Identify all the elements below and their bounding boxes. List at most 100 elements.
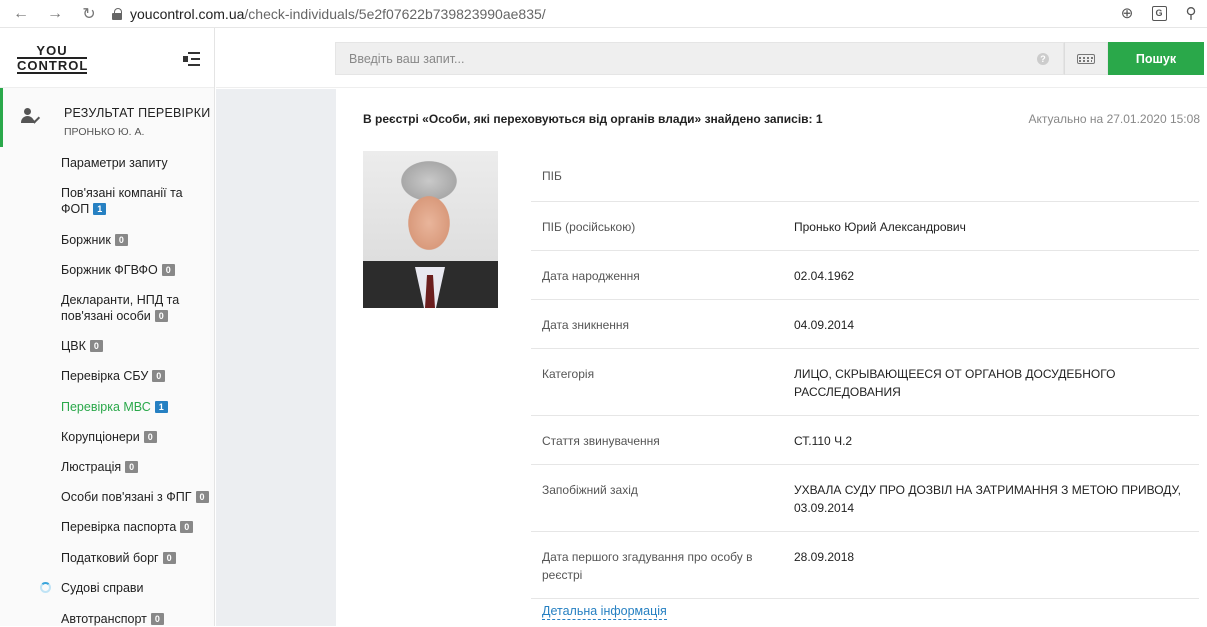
sidebar-item-sbu-check[interactable]: Перевірка СБУ 0 xyxy=(0,368,214,384)
loading-spinner-icon xyxy=(40,582,51,593)
user-check-icon xyxy=(21,108,41,126)
youcontrol-logo[interactable]: YOU CONTROL xyxy=(17,44,87,74)
zoom-in-icon[interactable]: ⊕ xyxy=(1117,3,1137,23)
logo-area: YOU CONTROL xyxy=(0,28,214,88)
sidebar-item-corruption[interactable]: Корупціонери 0 xyxy=(0,429,214,445)
translate-icon[interactable]: G xyxy=(1149,3,1169,23)
detail-row-birth-date: Дата народження 02.04.1962 xyxy=(531,251,1199,300)
collapse-menu-icon[interactable] xyxy=(183,52,201,66)
detail-row-disappearance-date: Дата зникнення 04.09.2014 xyxy=(531,300,1199,349)
detail-label: Стаття звинувачення xyxy=(542,434,660,448)
back-arrow-icon[interactable]: ← xyxy=(10,3,32,25)
sidebar-item-fpg-related[interactable]: Особи пов'язані з ФПГ 0 xyxy=(0,489,214,505)
count-badge: 1 xyxy=(154,401,168,413)
top-header: ? Пошук xyxy=(216,28,1207,88)
sidebar-item-cvk[interactable]: ЦВК 0 xyxy=(0,338,214,354)
count-badge: 0 xyxy=(152,370,166,382)
sidebar-item-court-cases[interactable]: Судові справи xyxy=(0,580,214,596)
detail-row-full-name-ru: ПІБ (російською) Пронько Юрий Александро… xyxy=(531,202,1199,251)
detail-value xyxy=(794,167,1199,185)
url-path: /check-individuals/5e2f07622b739823990ae… xyxy=(244,5,546,22)
address-bar[interactable]: youcontrol.com.ua/check-individuals/5e2f… xyxy=(112,6,546,22)
result-section[interactable]: РЕЗУЛЬТАТ ПЕРЕВІРКИ ПРОНЬКО Ю. А. xyxy=(0,88,214,147)
count-badge: 0 xyxy=(154,310,168,322)
count-badge: 1 xyxy=(93,203,107,215)
browser-toolbar: ← → ↻ youcontrol.com.ua/check-individual… xyxy=(0,0,1207,28)
sidebar-item-label: Боржник xyxy=(61,233,111,247)
virtual-keyboard-button[interactable] xyxy=(1064,42,1108,75)
search-button[interactable]: Пошук xyxy=(1108,42,1204,75)
detail-row-category: Категорія ЛИЦО, СКРЫВАЮЩЕЕСЯ ОТ ОРГАНОВ … xyxy=(531,349,1199,416)
detail-row-charge-article: Стаття звинувачення СТ.110 Ч.2 xyxy=(531,416,1199,465)
sidebar-item-label: ЦВК xyxy=(61,339,86,353)
sidebar-item-label: Податковий борг xyxy=(61,551,159,565)
detail-label: Дата народження xyxy=(542,269,640,283)
sidebar-item-debtor-fgvfo[interactable]: Боржник ФГВФО 0 xyxy=(0,262,214,278)
detail-value: СТ.110 Ч.2 xyxy=(794,434,853,448)
detail-value: Пронько Юрий Александрович xyxy=(794,220,966,234)
detail-row-first-mention: Дата першого згадування про особу в реєс… xyxy=(531,532,1199,599)
count-badge: 0 xyxy=(162,552,176,564)
sidebar-item-mvs-check[interactable]: Перевірка МВС 1 xyxy=(0,399,214,415)
sidebar-item-related-companies[interactable]: Пов'язані компанії та ФОП 1 xyxy=(0,185,214,217)
search-zoom-icon[interactable]: ⚲ xyxy=(1181,3,1201,23)
detail-info-link[interactable]: Детальна інформація xyxy=(542,604,667,620)
sidebar-item-lustration[interactable]: Люстрація 0 xyxy=(0,459,214,475)
detail-value: ЛИЦО, СКРЫВАЮЩЕЕСЯ ОТ ОРГАНОВ ДОСУДЕБНОГ… xyxy=(794,367,1116,399)
content-gutter xyxy=(216,89,336,626)
reload-icon[interactable]: ↻ xyxy=(78,3,100,25)
lock-icon xyxy=(112,7,122,20)
search-input[interactable] xyxy=(336,43,1016,74)
detail-label: Запобіжний захід xyxy=(542,483,638,497)
sidebar-item-label: Судові справи xyxy=(61,581,144,595)
detail-label: Дата першого згадування про особу в реєс… xyxy=(542,550,753,582)
actual-date: Актуально на 27.01.2020 15:08 xyxy=(1028,112,1200,126)
detail-label: ПІБ (російською) xyxy=(542,220,636,234)
help-icon[interactable]: ? xyxy=(1037,53,1049,65)
detail-label: ПІБ xyxy=(542,169,562,183)
sidebar-item-label: Автотранспорт xyxy=(61,612,147,626)
url-host: youcontrol.com.ua xyxy=(130,5,245,22)
result-subtitle: ПРОНЬКО Ю. А. xyxy=(64,126,145,138)
count-badge: 0 xyxy=(180,521,194,533)
sidebar-item-declarants[interactable]: Декларанти, НПД та пов'язані особи 0 xyxy=(0,292,214,324)
sidebar-item-tax-debt[interactable]: Податковий борг 0 xyxy=(0,550,214,566)
count-badge: 0 xyxy=(195,491,209,503)
sidebar-item-label: Перевірка МВС xyxy=(61,400,151,414)
sidebar-item-vehicles[interactable]: Автотранспорт 0 xyxy=(0,611,214,627)
result-title: РЕЗУЛЬТАТ ПЕРЕВІРКИ xyxy=(64,106,211,120)
sidebar: YOU CONTROL РЕЗУЛЬТАТ ПЕРЕВІРКИ ПРОНЬКО … xyxy=(0,28,215,626)
keyboard-icon xyxy=(1077,53,1095,64)
detail-value: 04.09.2014 xyxy=(794,318,855,332)
search-box: ? xyxy=(335,42,1064,75)
sidebar-item-query-params[interactable]: Параметри запиту xyxy=(0,155,214,171)
sidebar-item-label: Корупціонери xyxy=(61,430,140,444)
sidebar-item-debtor[interactable]: Боржник 0 xyxy=(0,232,214,248)
detail-label: Категорія xyxy=(542,367,595,381)
sidebar-item-label: Параметри запиту xyxy=(61,156,168,170)
count-badge: 0 xyxy=(161,264,175,276)
logo-line-2: CONTROL xyxy=(17,57,89,74)
sidebar-item-label: Перевірка паспорта xyxy=(61,520,177,534)
count-badge: 0 xyxy=(89,340,103,352)
detail-row-full-name: ПІБ xyxy=(531,151,1199,202)
sidebar-item-label: Пов'язані компанії та ФОП xyxy=(61,186,183,216)
sidebar-item-label: Боржник ФГВФО xyxy=(61,263,158,277)
detail-label: Дата зникнення xyxy=(542,318,630,332)
sidebar-item-passport-check[interactable]: Перевірка паспорта 0 xyxy=(0,519,214,535)
registry-result-title: В реєстрі «Особи, які переховуються від … xyxy=(363,112,823,126)
main-content: В реєстрі «Особи, які переховуються від … xyxy=(336,89,1207,626)
count-badge: 0 xyxy=(114,234,128,246)
count-badge: 0 xyxy=(125,461,139,473)
detail-value: 02.04.1962 xyxy=(794,269,855,283)
detail-value: УХВАЛА СУДУ ПРО ДОЗВІЛ НА ЗАТРИМАННЯ З М… xyxy=(794,483,1181,515)
sidebar-item-label: Особи пов'язані з ФПГ xyxy=(61,490,192,504)
person-photo xyxy=(363,151,498,308)
detail-value: 28.09.2018 xyxy=(794,550,855,564)
detail-row-preventive-measure: Запобіжний захід УХВАЛА СУДУ ПРО ДОЗВІЛ … xyxy=(531,465,1199,532)
sidebar-item-label: Перевірка СБУ xyxy=(61,369,149,383)
forward-arrow-icon[interactable]: → xyxy=(44,3,66,25)
count-badge: 0 xyxy=(143,431,157,443)
logo-line-1: YOU xyxy=(36,43,68,58)
sidebar-menu: Параметри запиту Пов'язані компанії та Ф… xyxy=(0,155,214,627)
